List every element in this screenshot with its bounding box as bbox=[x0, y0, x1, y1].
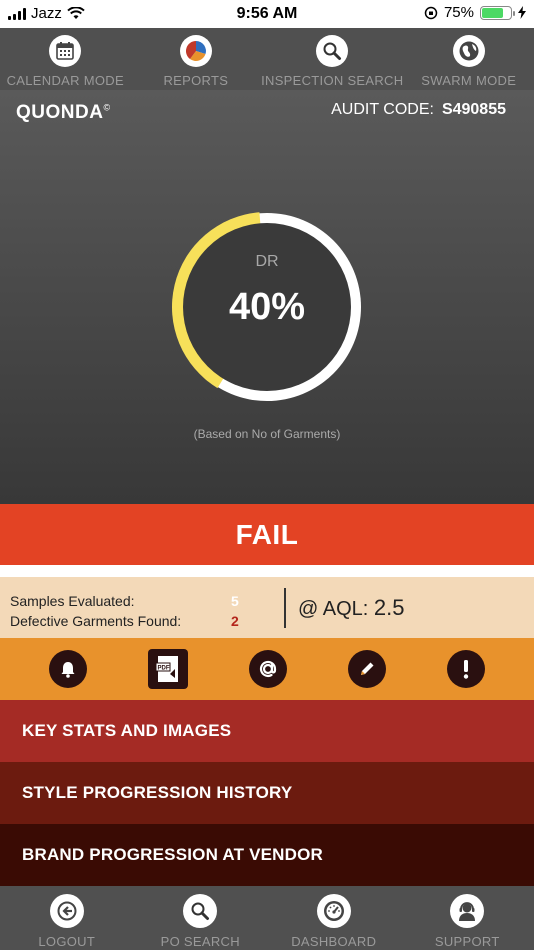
battery-percent: 75% bbox=[443, 4, 474, 21]
pdf-icon[interactable]: PDF bbox=[147, 649, 188, 689]
defective-garments-value: 2 bbox=[231, 613, 239, 629]
headset-icon bbox=[450, 894, 485, 928]
action-bar: PDF bbox=[0, 638, 534, 700]
nav-reports[interactable]: REPORTS bbox=[131, 28, 262, 90]
top-nav: CALENDAR MODE REPORTS INSPECTION SEARCH bbox=[0, 28, 534, 90]
at-icon[interactable] bbox=[248, 650, 287, 688]
charging-icon bbox=[518, 6, 526, 19]
calendar-icon bbox=[49, 35, 82, 67]
pencil-icon[interactable] bbox=[348, 650, 387, 688]
result-banner: FAIL bbox=[0, 504, 534, 565]
nav-dashboard[interactable]: DASHBOARD bbox=[267, 886, 401, 950]
bell-icon[interactable] bbox=[48, 650, 87, 688]
brand-progression-at-vendor-button[interactable]: BRAND PROGRESSION AT VENDOR bbox=[0, 824, 534, 886]
brand-mark: © bbox=[103, 102, 111, 113]
magnifier-icon bbox=[316, 35, 349, 67]
aql-value: 2.5 bbox=[373, 595, 405, 620]
pie-chart-icon bbox=[179, 35, 212, 67]
nav-label: PO SEARCH bbox=[160, 934, 240, 949]
svg-text:PDF: PDF bbox=[157, 666, 169, 672]
nav-label: REPORTS bbox=[163, 73, 229, 88]
stats-divider bbox=[284, 588, 286, 628]
dr-value: 40% bbox=[228, 286, 306, 328]
result-divider bbox=[0, 565, 534, 577]
search-icon bbox=[183, 894, 218, 928]
aql-label: @ AQL: bbox=[298, 598, 369, 620]
nav-support[interactable]: SUPPORT bbox=[401, 886, 534, 950]
nav-label: INSPECTION SEARCH bbox=[261, 73, 404, 88]
nav-label: DASHBOARD bbox=[291, 934, 377, 949]
nav-label: SWARM MODE bbox=[421, 73, 517, 88]
nav-inspection-search[interactable]: INSPECTION SEARCH bbox=[261, 28, 403, 90]
alert-icon[interactable] bbox=[447, 650, 486, 688]
battery-icon bbox=[480, 5, 515, 20]
nav-label: SUPPORT bbox=[434, 934, 500, 949]
nav-logout[interactable]: LOGOUT bbox=[0, 886, 134, 950]
status-bar: Jazz 9:56 AM 75% bbox=[0, 0, 534, 28]
dr-summary-panel: QUONDA© AUDIT CODE: S490855 DR 40% (Based… bbox=[0, 90, 534, 504]
style-progression-history-button[interactable]: STYLE PROGRESSION HISTORY bbox=[0, 762, 534, 824]
audit-code-label: AUDIT CODE: bbox=[331, 101, 434, 118]
samples-evaluated-label: Samples Evaluated: bbox=[10, 593, 135, 609]
audit-code-display: AUDIT CODE: S490855 bbox=[331, 101, 506, 119]
speedometer-icon bbox=[316, 894, 351, 928]
aql-display: @ AQL: 2.5 bbox=[298, 595, 405, 621]
samples-evaluated-value: 5 bbox=[231, 593, 239, 609]
bottom-nav: LOGOUT PO SEARCH DASHBOARD SUPPORT bbox=[0, 886, 534, 950]
nav-swarm-mode[interactable]: SWARM MODE bbox=[403, 28, 534, 90]
nav-label: CALENDAR MODE bbox=[6, 73, 124, 88]
dr-label: DR bbox=[255, 253, 279, 270]
audit-stats: Samples Evaluated: 5 Defective Garments … bbox=[0, 577, 534, 638]
dr-basis-note: (Based on No of Garments) bbox=[193, 427, 341, 441]
nav-po-search[interactable]: PO SEARCH bbox=[134, 886, 268, 950]
orientation-lock-icon bbox=[424, 6, 438, 19]
key-stats-and-images-button[interactable]: KEY STATS AND IMAGES bbox=[0, 700, 534, 762]
logout-icon bbox=[49, 894, 84, 928]
status-right: 75% bbox=[424, 4, 526, 21]
nav-calendar-mode[interactable]: CALENDAR MODE bbox=[0, 28, 131, 90]
nav-label: LOGOUT bbox=[38, 934, 96, 949]
audit-code-value: S490855 bbox=[441, 101, 506, 118]
defective-garments-label: Defective Garments Found: bbox=[10, 613, 182, 629]
globe-icon bbox=[452, 35, 485, 67]
brand-logo: QUONDA© bbox=[16, 102, 111, 123]
